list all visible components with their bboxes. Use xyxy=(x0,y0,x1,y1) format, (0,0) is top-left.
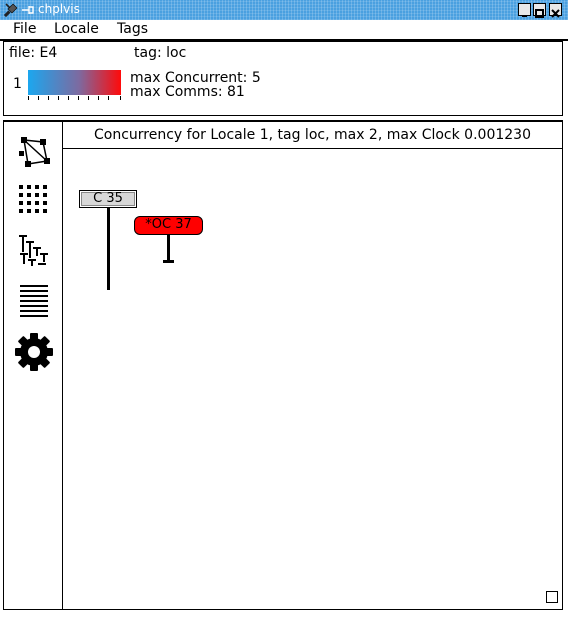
minimize-button[interactable] xyxy=(518,3,531,17)
task-box-oc37[interactable]: *OC 37 xyxy=(134,216,203,235)
task-box-c35[interactable]: C 35 xyxy=(79,190,137,208)
max-concurrent: max Concurrent: 5 xyxy=(130,70,261,86)
window-title: chplvis xyxy=(38,2,80,16)
list-view-icon[interactable] xyxy=(16,282,52,318)
task-line-c35 xyxy=(107,208,110,290)
tree-view-icon[interactable] xyxy=(16,232,52,268)
grid-view-icon[interactable] xyxy=(16,182,52,218)
close-icon xyxy=(551,9,560,18)
menu-locale[interactable]: Locale xyxy=(54,21,99,37)
locale-number: 1 xyxy=(13,76,22,92)
maximize-icon xyxy=(535,9,544,18)
task-line-oc37 xyxy=(167,235,170,262)
max-comms: max Comms: 81 xyxy=(130,84,245,100)
concurrency-header: Concurrency for Locale 1, tag loc, max 2… xyxy=(63,122,562,149)
close-button[interactable] xyxy=(549,3,562,18)
file-label: file: E4 xyxy=(9,45,58,61)
maximize-button[interactable] xyxy=(533,3,546,18)
concurrency-panel: Concurrency for Locale 1, tag loc, max 2… xyxy=(63,120,563,610)
tag-label: tag: loc xyxy=(134,45,187,61)
minimize-icon xyxy=(522,15,527,17)
color-scale-ticks xyxy=(28,96,121,100)
title-bar: chplvis xyxy=(0,0,568,21)
menu-file[interactable]: File xyxy=(13,21,36,37)
task-line-oc37-end xyxy=(163,260,174,263)
network-graph-icon[interactable] xyxy=(16,134,52,170)
menu-bar: File Locale Tags xyxy=(0,20,568,41)
settings-gear-icon[interactable] xyxy=(14,332,54,372)
view-sidebar xyxy=(3,120,63,610)
resize-grip[interactable] xyxy=(546,591,558,603)
color-scale-gradient xyxy=(28,70,121,95)
menu-tags[interactable]: Tags xyxy=(117,21,148,37)
pin-icon[interactable] xyxy=(21,4,35,16)
tools-icon[interactable] xyxy=(3,2,19,18)
